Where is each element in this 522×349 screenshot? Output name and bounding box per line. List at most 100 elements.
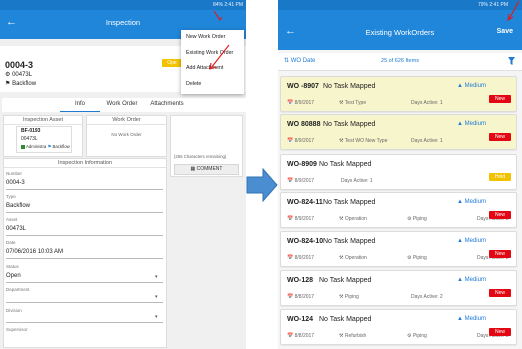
work-order-id: WO -8907 (287, 83, 319, 90)
item-count: 25 of 626 Items (381, 58, 419, 64)
warning-icon: ▲ (457, 199, 463, 205)
wrench-icon: ⚒ (339, 100, 344, 106)
work-order-card[interactable]: WO-824-10 No Task Mapped ▲ Medium 📅 8/9/201… (280, 231, 517, 267)
work-order-type: ⚒ Piping (339, 294, 359, 300)
asset-value: Piping (412, 216, 427, 222)
work-order-date: 📅 8/9/2017 (287, 100, 314, 106)
work-order-asset: ⚙ Piping (407, 255, 427, 261)
priority-value: Medium (464, 199, 486, 205)
warning-icon: ▲ (457, 277, 463, 283)
work-order-id: WO-824-10 (287, 238, 324, 245)
priority-value: Medium (464, 316, 486, 322)
work-order-card[interactable]: WO-824-11 No Task Mapped ▲ Medium 📅 8/9/201… (280, 192, 517, 228)
priority-value: Medium (464, 277, 486, 283)
inspection-screen: 84% 2:41 PM ← Inspection 0004-3 ⚙ 00473L… (0, 0, 246, 349)
wrench-icon: ⚒ (339, 333, 344, 339)
status-badge: New (489, 289, 511, 297)
type-value: Piping (344, 294, 359, 300)
priority-label: ▲ Medium (457, 238, 486, 244)
work-order-task: No Task Mapped (319, 316, 372, 323)
work-order-date: 📅 8/9/2017 (287, 216, 314, 222)
calendar-icon: 📅 (287, 138, 294, 144)
days-active: Days Active: 1 (411, 100, 443, 106)
warning-icon: ▲ (457, 83, 463, 89)
work-order-date: 📅 8/8/2017 (287, 294, 314, 300)
asset-icon: ⚙ (407, 333, 412, 339)
work-order-id: WO-128 (287, 277, 314, 284)
work-order-task: No Task Mapped (323, 238, 376, 245)
type-value: Operation (344, 255, 367, 261)
calendar-icon: 📅 (287, 294, 294, 300)
work-order-card[interactable]: WO-8909 No Task Mapped 📅 8/9/2017 Days Acti… (280, 154, 517, 190)
asset-icon: ⚙ (407, 255, 412, 261)
status-badge: New (489, 211, 511, 219)
work-order-card[interactable]: WO 80888 No Task Mapped ▲ Medium 📅 8/9/2017… (280, 114, 517, 150)
priority-label: ▲ Medium (457, 83, 486, 89)
work-order-type: ⚒ Test Type (339, 100, 366, 106)
work-order-task: No Task Mapped (323, 199, 376, 206)
days-active: Days Active: 1 (411, 138, 443, 144)
work-order-id: WO 80888 (287, 121, 321, 128)
date-value: 8/8/2017 (294, 294, 315, 300)
priority-label: ▲ Medium (457, 121, 486, 127)
priority-value: Medium (464, 121, 486, 127)
wrench-icon: ⚒ (339, 216, 344, 222)
date-value: 8/9/2017 (294, 255, 315, 261)
work-order-task: No Task Mapped (323, 83, 376, 90)
work-order-card[interactable]: WO -8907 No Task Mapped ▲ Medium 📅 8/9/2017… (280, 76, 517, 112)
type-value: Operation (344, 216, 367, 222)
work-order-task: No Task Mapped (319, 161, 372, 168)
work-order-card[interactable]: WO-124 No Task Mapped ▲ Medium 📅 8/8/2017 ⚒ … (280, 309, 517, 345)
work-order-id: WO-824-11 (287, 199, 323, 206)
status-badge: New (489, 95, 511, 103)
status-badge: New (489, 133, 511, 141)
work-order-date: 📅 8/9/2017 (287, 178, 314, 184)
existing-workorders-screen: 79% 2:41 PM ← Existing WorkOrders Save ⇅… (278, 0, 522, 349)
date-value: 8/9/2017 (294, 178, 315, 184)
work-order-task: No Task Mapped (319, 277, 372, 284)
wrench-icon: ⚒ (339, 294, 344, 300)
asset-value: Piping (412, 333, 427, 339)
work-order-task: No Task Mapped (323, 121, 376, 128)
priority-label: ▲ Medium (457, 316, 486, 322)
calendar-icon: 📅 (287, 100, 294, 106)
work-order-asset: ⚙ Piping (407, 216, 427, 222)
calendar-icon: 📅 (287, 216, 294, 222)
priority-value: Medium (464, 238, 486, 244)
priority-label: ▲ Medium (457, 277, 486, 283)
calendar-icon: 📅 (287, 178, 294, 184)
work-order-card[interactable]: WO-128 No Task Mapped ▲ Medium 📅 8/8/2017 ⚒ … (280, 270, 517, 306)
priority-value: Medium (464, 83, 486, 89)
wrench-icon: ⚒ (339, 138, 344, 144)
work-order-id: WO-8909 (287, 161, 317, 168)
date-value: 8/9/2017 (294, 216, 315, 222)
work-order-type: ⚒ Operation (339, 216, 367, 222)
work-order-asset: ⚙ Piping (407, 333, 427, 339)
work-order-type: ⚒ Test WO New Type (339, 138, 388, 144)
warning-icon: ▲ (457, 121, 463, 127)
asset-value: Piping (412, 255, 427, 261)
warning-icon: ▲ (457, 238, 463, 244)
days-active: Days Active: 2 (411, 294, 443, 300)
work-order-type: ⚒ Refurbish (339, 333, 366, 339)
date-value: 8/9/2017 (294, 100, 315, 106)
annotation-arrow (507, 0, 520, 22)
type-value: Test WO New Type (344, 138, 388, 144)
filter-icon[interactable] (508, 57, 515, 65)
warning-icon: ▲ (457, 316, 463, 322)
work-order-date: 📅 8/9/2017 (287, 255, 314, 261)
work-order-date: 📅 8/9/2017 (287, 138, 314, 144)
priority-label: ▲ Medium (457, 199, 486, 205)
status-badge: New (489, 328, 511, 336)
wrench-icon: ⚒ (339, 255, 344, 261)
date-value: 8/9/2017 (294, 138, 315, 144)
work-order-id: WO-124 (287, 316, 314, 323)
annotation-arrows (209, 10, 230, 70)
work-order-date: 📅 8/8/2017 (287, 333, 314, 339)
calendar-icon: 📅 (287, 333, 294, 339)
sort-toolbar: ⇅ WO Date 25 of 626 Items (278, 53, 522, 71)
transition-arrow-icon (246, 168, 278, 202)
type-value: Refurbish (344, 333, 367, 339)
type-value: Test Type (344, 100, 367, 106)
status-badge: Hold (489, 173, 511, 181)
